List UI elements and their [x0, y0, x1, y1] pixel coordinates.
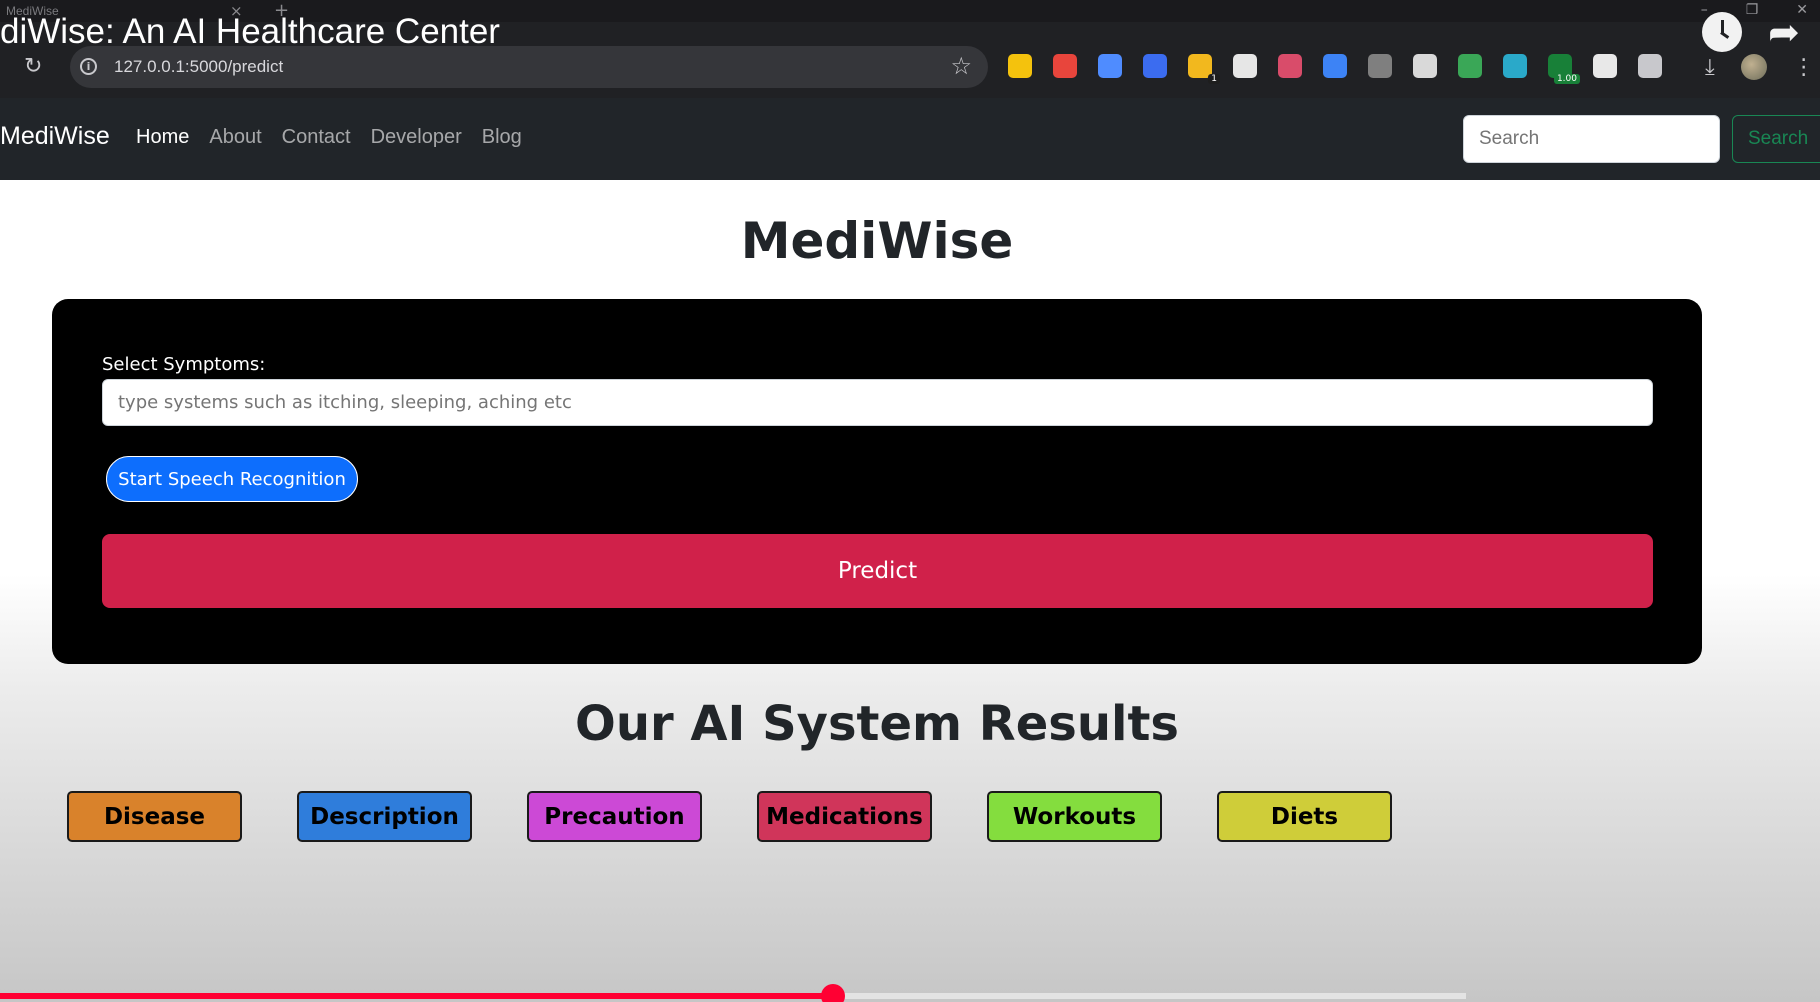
ext-omega-icon[interactable] [1233, 54, 1257, 78]
ext-globe-icon[interactable] [1503, 54, 1527, 78]
minimize-icon[interactable]: – [1701, 2, 1708, 18]
disease-button[interactable]: Disease [67, 791, 242, 842]
site-info-icon[interactable]: i [80, 58, 97, 75]
extension-badge: 1 [1208, 74, 1220, 84]
predict-button[interactable]: Predict [102, 534, 1653, 608]
menu-kebab-icon[interactable]: ⋮ [1793, 55, 1815, 80]
description-button[interactable]: Description [297, 791, 472, 842]
reload-icon[interactable]: ↻ [24, 54, 42, 79]
ext-robot-icon[interactable] [1458, 54, 1482, 78]
brand-logo[interactable]: MediWise [0, 122, 110, 151]
symptoms-input[interactable] [102, 379, 1653, 426]
url-text[interactable]: 127.0.0.1:5000/predict [114, 57, 283, 77]
ext-speed-icon[interactable]: 1.00 [1548, 54, 1580, 84]
results-title: Our AI System Results [575, 696, 1179, 752]
ext-swirl-icon[interactable] [1323, 54, 1347, 78]
nav-about[interactable]: About [209, 126, 261, 149]
symptom-form-panel: Select Symptoms: Start Speech Recognitio… [52, 299, 1702, 664]
ext-gauge-icon[interactable] [1413, 54, 1437, 78]
nav-developer[interactable]: Developer [371, 126, 462, 149]
diets-button[interactable]: Diets [1217, 791, 1392, 842]
speech-recognition-button[interactable]: Start Speech Recognition [106, 456, 358, 502]
bookmark-star-icon[interactable]: ☆ [950, 52, 972, 80]
address-bar[interactable]: i 127.0.0.1:5000/predict ☆ [70, 46, 988, 88]
nav-search-button[interactable]: Search [1732, 115, 1820, 163]
chrome-actions: ⤓ ⋮ [1705, 54, 1815, 80]
app-navbar: MediWise Home About Contact Developer Bl… [0, 98, 1820, 180]
nav-blog[interactable]: Blog [482, 126, 522, 149]
ext-lh-icon[interactable] [1593, 54, 1617, 78]
ext-arrow-icon[interactable] [1143, 54, 1167, 78]
workouts-button[interactable]: Workouts [987, 791, 1162, 842]
ext-a-icon[interactable] [1008, 54, 1032, 78]
nav-contact[interactable]: Contact [282, 126, 351, 149]
ext-shield-icon[interactable] [1053, 54, 1077, 78]
video-scrubber-handle[interactable] [821, 984, 845, 1002]
page-title: MediWise [740, 212, 1014, 270]
main-content: MediWise Select Symptoms: Start Speech R… [0, 180, 1820, 1002]
video-progress-fill [0, 993, 833, 999]
precaution-button[interactable]: Precaution [527, 791, 702, 842]
share-icon[interactable]: ➦ [1768, 10, 1800, 54]
nav-links: Home About Contact Developer Blog [136, 126, 522, 149]
ext-puzzle-grey-icon[interactable] [1368, 54, 1392, 78]
ext-bulb-icon[interactable]: 1 [1188, 54, 1220, 84]
ext-extensions-icon[interactable] [1638, 54, 1662, 78]
nav-search-input[interactable] [1463, 115, 1720, 163]
nav-home[interactable]: Home [136, 126, 189, 149]
extension-badge: 1.00 [1553, 74, 1580, 84]
restore-icon[interactable]: ❐ [1746, 2, 1759, 18]
watch-later-icon[interactable] [1702, 12, 1742, 52]
download-icon[interactable]: ⤓ [1705, 55, 1715, 80]
medications-button[interactable]: Medications [757, 791, 932, 842]
extensions-bar: 1 1.00 [1008, 54, 1683, 84]
symptoms-label: Select Symptoms: [102, 354, 266, 375]
mouse-cursor-icon: ➤ [853, 629, 869, 650]
ext-colorwheel-icon[interactable] [1278, 54, 1302, 78]
ext-pen-icon[interactable] [1098, 54, 1122, 78]
profile-avatar[interactable] [1740, 54, 1767, 80]
browser-chrome: MediWise × + – ❐ ✕ diWise: An AI Healthc… [0, 0, 1820, 98]
